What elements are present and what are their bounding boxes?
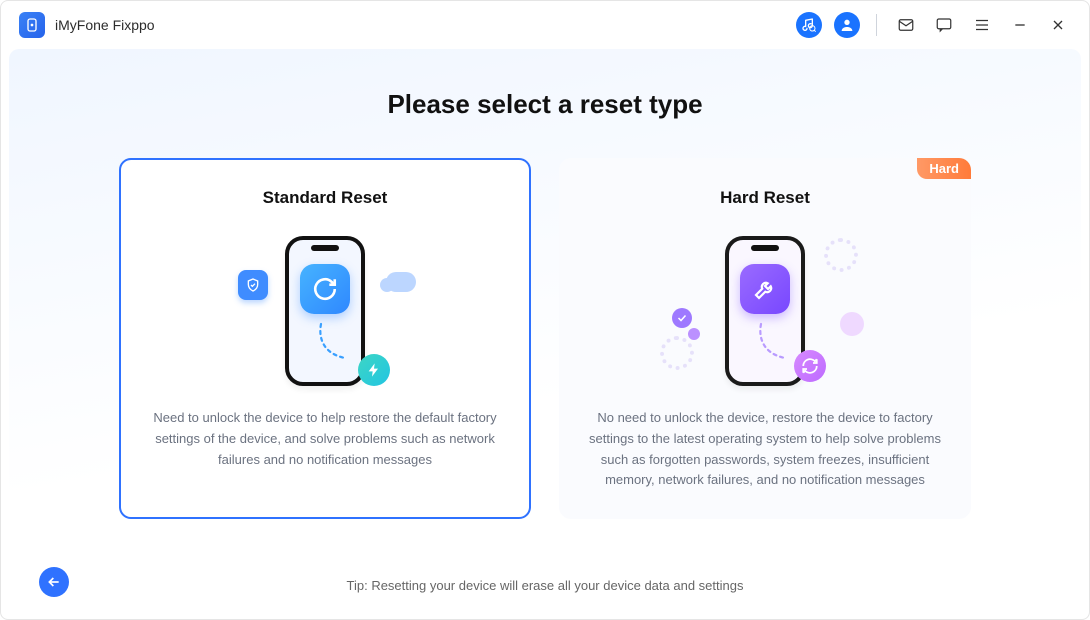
- card-hard-description: No need to unlock the device, restore th…: [587, 408, 943, 491]
- message-icon[interactable]: [931, 12, 957, 38]
- card-standard-title: Standard Reset: [263, 188, 388, 208]
- shield-icon: [238, 270, 268, 300]
- titlebar: iMyFone Fixppo: [1, 1, 1089, 49]
- arrow-path-icon: [753, 322, 793, 368]
- titlebar-divider: [876, 14, 877, 36]
- sync-icon: [794, 350, 826, 382]
- music-search-icon[interactable]: [796, 12, 822, 38]
- phone-illustration: [725, 236, 805, 386]
- card-container: Standard Reset: [119, 158, 971, 519]
- check-icon: [672, 308, 692, 328]
- logo-icon: [24, 17, 40, 33]
- back-button[interactable]: [39, 567, 69, 597]
- minimize-icon[interactable]: [1007, 12, 1033, 38]
- menu-icon[interactable]: [969, 12, 995, 38]
- decoration-dot: [688, 328, 700, 340]
- main-panel: Please select a reset type Standard Rese…: [9, 49, 1081, 611]
- wrench-icon: [740, 264, 790, 314]
- bolt-icon: [358, 354, 390, 386]
- decoration-dot: [840, 312, 864, 336]
- titlebar-right: [796, 12, 1071, 38]
- card-standard-reset[interactable]: Standard Reset: [119, 158, 531, 519]
- footer-tip: Tip: Resetting your device will erase al…: [347, 578, 744, 593]
- app-title: iMyFone Fixppo: [55, 17, 155, 33]
- card-hard-title: Hard Reset: [720, 188, 810, 208]
- cloud-icon: [386, 272, 416, 292]
- user-icon[interactable]: [834, 12, 860, 38]
- phone-illustration: [285, 236, 365, 386]
- footer: Tip: Resetting your device will erase al…: [29, 578, 1061, 593]
- gear-icon: [824, 238, 858, 272]
- card-standard-illustration: [230, 226, 420, 396]
- refresh-icon: [300, 264, 350, 314]
- close-icon[interactable]: [1045, 12, 1071, 38]
- card-hard-reset[interactable]: Hard Hard Reset: [559, 158, 971, 519]
- gear-icon: [660, 336, 694, 370]
- card-hard-illustration: [670, 226, 860, 396]
- titlebar-left: iMyFone Fixppo: [19, 12, 155, 38]
- arrow-path-icon: [313, 322, 353, 368]
- card-standard-description: Need to unlock the device to help restor…: [147, 408, 503, 470]
- app-logo: [19, 12, 45, 38]
- hard-badge: Hard: [917, 158, 971, 179]
- mail-icon[interactable]: [893, 12, 919, 38]
- page-heading: Please select a reset type: [387, 89, 702, 120]
